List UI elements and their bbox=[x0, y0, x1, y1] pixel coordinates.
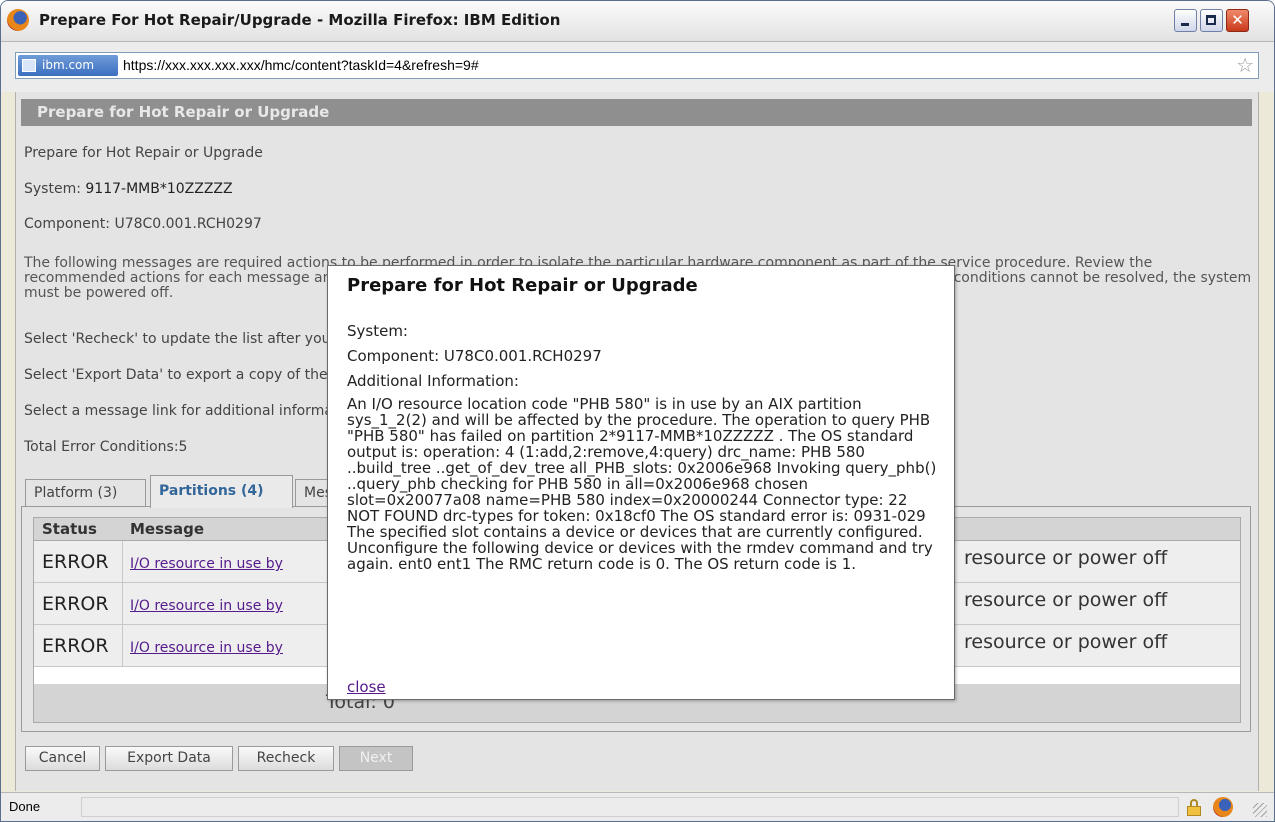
lock-body bbox=[1187, 806, 1201, 816]
status-cell: ERROR bbox=[34, 541, 123, 582]
total-error-conditions: Total Error Conditions:5 bbox=[24, 439, 188, 455]
maximize-button[interactable] bbox=[1200, 9, 1223, 32]
message-link[interactable]: I/O resource in use by bbox=[130, 640, 283, 656]
popup-system: System: bbox=[347, 322, 408, 340]
popup-additional-label: Additional Information: bbox=[347, 372, 519, 390]
tab-partitions[interactable]: Partitions (4) bbox=[150, 475, 293, 508]
column-header-message[interactable]: Message bbox=[130, 520, 204, 538]
status-text: ERROR bbox=[42, 635, 109, 657]
close-icon: ✕ bbox=[1231, 11, 1244, 29]
status-progress-area bbox=[81, 797, 1179, 817]
window-title: Prepare For Hot Repair/Upgrade - Mozilla… bbox=[39, 11, 561, 29]
status-text: ERROR bbox=[42, 551, 109, 573]
status-cell: ERROR bbox=[34, 583, 123, 624]
message-link[interactable]: I/O resource in use by bbox=[130, 598, 283, 614]
minimize-button[interactable] bbox=[1174, 9, 1197, 32]
title-bar: Prepare For Hot Repair/Upgrade - Mozilla… bbox=[1, 1, 1274, 42]
info-popup: Prepare for Hot Repair or Upgrade System… bbox=[327, 265, 955, 700]
page-header-bar: Prepare for Hot Repair or Upgrade bbox=[21, 99, 1252, 126]
browser-window: Prepare For Hot Repair/Upgrade - Mozilla… bbox=[0, 0, 1275, 822]
bookmark-star-icon[interactable]: ☆ bbox=[1236, 54, 1254, 76]
message-link-instruction: Select a message link for additional inf… bbox=[24, 403, 365, 419]
firefox-status-icon[interactable] bbox=[1213, 797, 1233, 817]
popup-close-link[interactable]: close bbox=[347, 678, 386, 696]
recommended-action: resource or power off bbox=[964, 589, 1168, 611]
minimize-icon bbox=[1181, 23, 1189, 26]
system-value: 9117-MMB*10ZZZZZ bbox=[85, 181, 233, 197]
url-text[interactable]: https://xxx.xxx.xxx.xxx/hmc/content?task… bbox=[123, 57, 479, 73]
recommended-action: resource or power off bbox=[964, 547, 1168, 569]
site-icon bbox=[22, 59, 36, 72]
url-field[interactable]: ibm.com https://xxx.xxx.xxx.xxx/hmc/cont… bbox=[15, 52, 1259, 79]
recheck-button[interactable]: Recheck bbox=[238, 746, 334, 771]
system-line: System: 9117-MMB*10ZZZZZ bbox=[24, 181, 233, 197]
column-header-status[interactable]: Status bbox=[42, 520, 97, 538]
resize-grip-icon[interactable] bbox=[1253, 803, 1267, 817]
site-identity-button[interactable]: ibm.com bbox=[18, 55, 118, 76]
status-text: ERROR bbox=[42, 593, 109, 615]
system-label: System: bbox=[24, 181, 81, 197]
cancel-button[interactable]: Cancel bbox=[25, 746, 100, 771]
popup-additional-info: An I/O resource location code "PHB 580" … bbox=[347, 395, 937, 573]
close-window-button[interactable]: ✕ bbox=[1226, 9, 1249, 32]
next-button[interactable]: Next bbox=[339, 746, 413, 771]
status-bar: Done bbox=[1, 792, 1274, 821]
popup-component: Component: U78C0.001.RCH0297 bbox=[347, 347, 602, 365]
maximize-icon bbox=[1206, 15, 1216, 25]
component-line: Component: U78C0.001.RCH0297 bbox=[24, 216, 262, 232]
lock-icon[interactable] bbox=[1187, 799, 1203, 816]
status-cell: ERROR bbox=[34, 625, 123, 666]
site-name: ibm.com bbox=[42, 58, 95, 72]
tab-platform[interactable]: Platform (3) bbox=[25, 479, 146, 507]
popup-title: Prepare for Hot Repair or Upgrade bbox=[347, 275, 698, 296]
page-heading: Prepare for Hot Repair or Upgrade bbox=[24, 145, 263, 161]
status-text: Done bbox=[9, 799, 41, 814]
export-data-button[interactable]: Export Data bbox=[105, 746, 233, 771]
firefox-logo-icon bbox=[7, 9, 29, 31]
recommended-action: resource or power off bbox=[964, 631, 1168, 653]
page-header-title: Prepare for Hot Repair or Upgrade bbox=[37, 103, 330, 121]
message-link[interactable]: I/O resource in use by bbox=[130, 556, 283, 572]
address-bar: ibm.com https://xxx.xxx.xxx.xxx/hmc/cont… bbox=[1, 42, 1274, 92]
